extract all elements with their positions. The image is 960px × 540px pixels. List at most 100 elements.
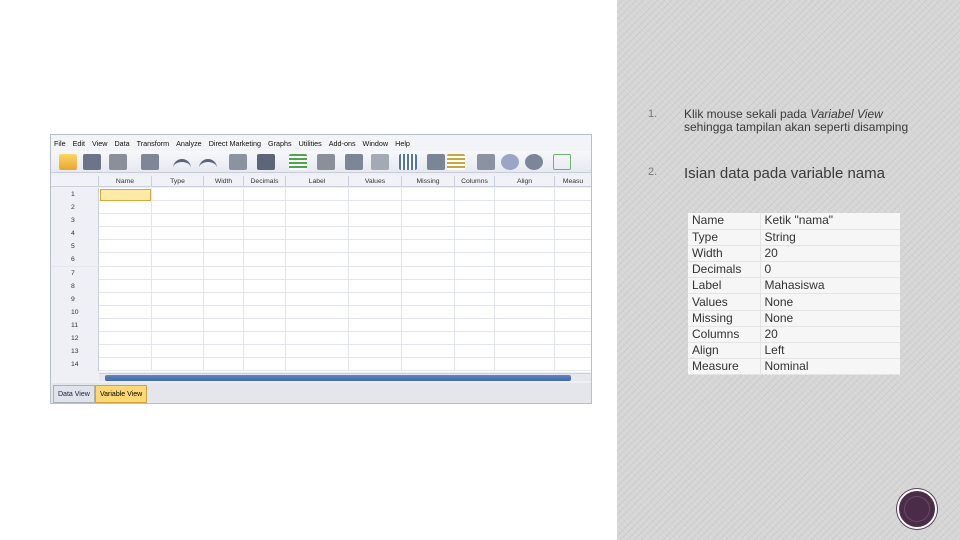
insert-cases-icon[interactable] bbox=[345, 154, 363, 170]
grid-cell[interactable] bbox=[454, 292, 455, 306]
grid-cell[interactable] bbox=[285, 279, 286, 293]
grid-cell[interactable] bbox=[285, 240, 286, 254]
menu-window[interactable]: Window bbox=[363, 139, 389, 148]
grid-cell[interactable] bbox=[203, 253, 204, 267]
grid-cell[interactable] bbox=[203, 345, 204, 359]
use-sets-icon[interactable] bbox=[501, 154, 519, 170]
grid-cell[interactable] bbox=[454, 214, 455, 228]
grid-cell[interactable] bbox=[285, 253, 286, 267]
grid-cell[interactable] bbox=[401, 227, 402, 241]
grid-cell[interactable] bbox=[151, 358, 152, 372]
grid-cell[interactable] bbox=[243, 188, 244, 201]
grid-cell[interactable] bbox=[243, 345, 244, 359]
menu-utilities[interactable]: Utilities bbox=[299, 139, 322, 148]
grid-cell[interactable] bbox=[494, 227, 495, 241]
row-number[interactable]: 3 bbox=[51, 214, 99, 228]
row-number[interactable]: 9 bbox=[51, 292, 99, 306]
grid-cell[interactable] bbox=[454, 201, 455, 215]
col-header-name[interactable]: Name bbox=[99, 176, 152, 187]
grid-cell[interactable] bbox=[494, 266, 495, 280]
grid-cell[interactable] bbox=[348, 201, 349, 215]
grid-cell[interactable] bbox=[454, 253, 455, 267]
grid-cell[interactable] bbox=[243, 240, 244, 254]
menu-add-ons[interactable]: Add-ons bbox=[329, 139, 356, 148]
row-number[interactable]: 5 bbox=[51, 240, 99, 254]
menu-graphs[interactable]: Graphs bbox=[268, 139, 292, 148]
tab-data-view[interactable]: Data View bbox=[53, 385, 95, 403]
grid-cell[interactable] bbox=[401, 305, 402, 319]
grid-cell[interactable] bbox=[243, 214, 244, 228]
spell-check-icon[interactable] bbox=[553, 154, 571, 170]
chart-builder-icon[interactable] bbox=[371, 154, 389, 170]
col-header-width[interactable]: Width bbox=[204, 176, 244, 187]
grid-cell[interactable] bbox=[554, 266, 555, 280]
grid-cell[interactable] bbox=[285, 318, 286, 332]
grid-cell[interactable] bbox=[203, 358, 204, 372]
grid-cell[interactable] bbox=[454, 332, 455, 346]
grid-cell[interactable] bbox=[494, 358, 495, 372]
selected-cell[interactable] bbox=[100, 189, 151, 201]
grid-cell[interactable] bbox=[348, 253, 349, 267]
grid-cell[interactable] bbox=[401, 279, 402, 293]
grid-cell[interactable] bbox=[203, 201, 204, 215]
print-icon[interactable] bbox=[109, 154, 127, 170]
grid-cell[interactable] bbox=[494, 332, 495, 346]
grid-cell[interactable] bbox=[243, 227, 244, 241]
grid-cell[interactable] bbox=[203, 318, 204, 332]
grid-cell[interactable] bbox=[554, 201, 555, 215]
grid-cell[interactable] bbox=[348, 279, 349, 293]
grid-cell[interactable] bbox=[554, 188, 555, 201]
grid-cell[interactable] bbox=[401, 318, 402, 332]
col-header-label[interactable]: Label bbox=[286, 176, 349, 187]
menu-data[interactable]: Data bbox=[114, 139, 129, 148]
grid-cell[interactable] bbox=[348, 305, 349, 319]
row-number[interactable]: 1 bbox=[51, 188, 99, 201]
grid-cell[interactable] bbox=[454, 318, 455, 332]
dialog-recall-icon[interactable] bbox=[141, 154, 159, 170]
grid-cell[interactable] bbox=[348, 266, 349, 280]
grid-cell[interactable] bbox=[494, 240, 495, 254]
grid-cell[interactable] bbox=[285, 305, 286, 319]
redo-icon[interactable] bbox=[199, 159, 217, 169]
grid-cell[interactable] bbox=[554, 345, 555, 359]
grid-cell[interactable] bbox=[494, 201, 495, 215]
grid-cell[interactable] bbox=[285, 292, 286, 306]
goto-variable-icon[interactable] bbox=[257, 154, 275, 170]
grid-cell[interactable] bbox=[151, 227, 152, 241]
grid-cell[interactable] bbox=[151, 188, 152, 201]
row-number[interactable]: 8 bbox=[51, 279, 99, 293]
grid-cell[interactable] bbox=[554, 279, 555, 293]
value-labels-icon[interactable] bbox=[477, 154, 495, 170]
row-number[interactable]: 6 bbox=[51, 253, 99, 267]
grid-cell[interactable] bbox=[494, 253, 495, 267]
grid-cell[interactable] bbox=[243, 279, 244, 293]
grid-cell[interactable] bbox=[285, 358, 286, 372]
grid-cell[interactable] bbox=[494, 318, 495, 332]
grid-cell[interactable] bbox=[203, 227, 204, 241]
grid-cell[interactable] bbox=[401, 345, 402, 359]
grid-cell[interactable] bbox=[401, 253, 402, 267]
menu-view[interactable]: View bbox=[92, 139, 107, 148]
grid-cell[interactable] bbox=[151, 332, 152, 346]
scrollbar-thumb[interactable] bbox=[105, 375, 571, 381]
grid-cell[interactable] bbox=[151, 318, 152, 332]
grid-cell[interactable] bbox=[401, 240, 402, 254]
grid-cell[interactable] bbox=[554, 318, 555, 332]
grid-cell[interactable] bbox=[454, 358, 455, 372]
find-icon[interactable] bbox=[317, 154, 335, 170]
grid-cell[interactable] bbox=[401, 214, 402, 228]
menu-transform[interactable]: Transform bbox=[137, 139, 169, 148]
grid-cell[interactable] bbox=[285, 227, 286, 241]
weight-cases-icon[interactable] bbox=[427, 154, 445, 170]
grid-cell[interactable] bbox=[243, 292, 244, 306]
select-cases-icon[interactable] bbox=[447, 154, 465, 170]
grid-cell[interactable] bbox=[243, 266, 244, 280]
grid-cell[interactable] bbox=[554, 358, 555, 372]
grid-cell[interactable] bbox=[348, 332, 349, 346]
grid-cell[interactable] bbox=[348, 214, 349, 228]
grid-cell[interactable] bbox=[554, 292, 555, 306]
grid-cell[interactable] bbox=[203, 240, 204, 254]
row-number[interactable]: 13 bbox=[51, 345, 99, 359]
col-header-type[interactable]: Type bbox=[152, 176, 204, 187]
grid-cell[interactable] bbox=[454, 279, 455, 293]
